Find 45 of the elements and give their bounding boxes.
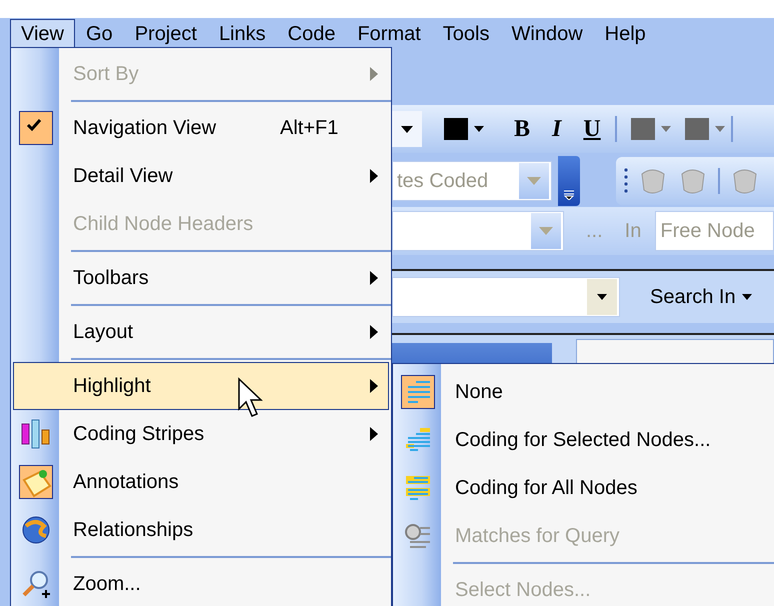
dropdown-arrow-icon bbox=[539, 227, 553, 235]
dropdown-arrow-icon bbox=[527, 177, 541, 185]
toolbar-grip-icon[interactable] bbox=[624, 167, 628, 195]
font-color-button[interactable] bbox=[444, 118, 468, 140]
line-color-button[interactable] bbox=[684, 118, 709, 140]
search-combo-field[interactable] bbox=[392, 277, 620, 317]
toolbar-options-button[interactable] bbox=[558, 156, 580, 206]
menu-item[interactable]: None bbox=[395, 368, 774, 416]
bold-button[interactable]: B bbox=[506, 117, 538, 141]
dropdown-button[interactable] bbox=[392, 111, 422, 147]
menu-item[interactable]: Relationships bbox=[13, 506, 389, 554]
italic-button[interactable]: I bbox=[544, 117, 570, 141]
mouse-pointer-icon bbox=[237, 377, 263, 419]
menu-item[interactable]: Layout bbox=[13, 308, 389, 356]
search-in-button[interactable]: Search In bbox=[650, 282, 736, 312]
chevron-icon bbox=[563, 190, 575, 200]
menu-item[interactable]: Coding for All Nodes bbox=[395, 464, 774, 512]
menu-item[interactable]: Navigation View Alt+F1 bbox=[13, 104, 389, 152]
caret-icon bbox=[714, 126, 725, 132]
menu-bar-item[interactable]: Format bbox=[346, 19, 432, 48]
fill-color-button[interactable] bbox=[630, 118, 655, 140]
menu-bar-item[interactable]: Project bbox=[124, 19, 208, 48]
menu-bar-item[interactable]: Links bbox=[208, 19, 277, 48]
caret-icon bbox=[742, 294, 752, 300]
menu-bar-item[interactable]: View bbox=[10, 19, 75, 48]
find-combo-field[interactable] bbox=[392, 211, 564, 251]
caret-icon bbox=[474, 126, 484, 132]
menu-bar-item[interactable]: Window bbox=[500, 19, 594, 48]
dropdown-arrow-icon bbox=[401, 126, 413, 132]
menu-bar-item[interactable]: Code bbox=[276, 19, 346, 48]
underline-button[interactable]: U bbox=[575, 117, 609, 141]
caret-icon bbox=[660, 126, 671, 132]
menu-bar-item[interactable]: Go bbox=[75, 19, 124, 48]
menu-bar-item[interactable]: Help bbox=[594, 19, 657, 48]
shortcut-text: Alt+F1 bbox=[280, 116, 338, 141]
menu-item[interactable]: Coding for Selected Nodes... bbox=[395, 416, 774, 464]
menu-item[interactable]: Annotations bbox=[13, 458, 389, 506]
menu-item[interactable]: Highlight bbox=[13, 362, 389, 410]
menu-bar-item[interactable]: Tools bbox=[432, 19, 500, 48]
menu-item[interactable]: Toolbars bbox=[13, 254, 389, 302]
dropdown-arrow-icon bbox=[597, 294, 607, 300]
in-label: In bbox=[624, 219, 642, 244]
menu-item[interactable]: Zoom... bbox=[13, 560, 389, 606]
menu-item[interactable]: Coding Stripes bbox=[13, 410, 389, 458]
menu-item[interactable]: Detail View bbox=[13, 152, 389, 200]
